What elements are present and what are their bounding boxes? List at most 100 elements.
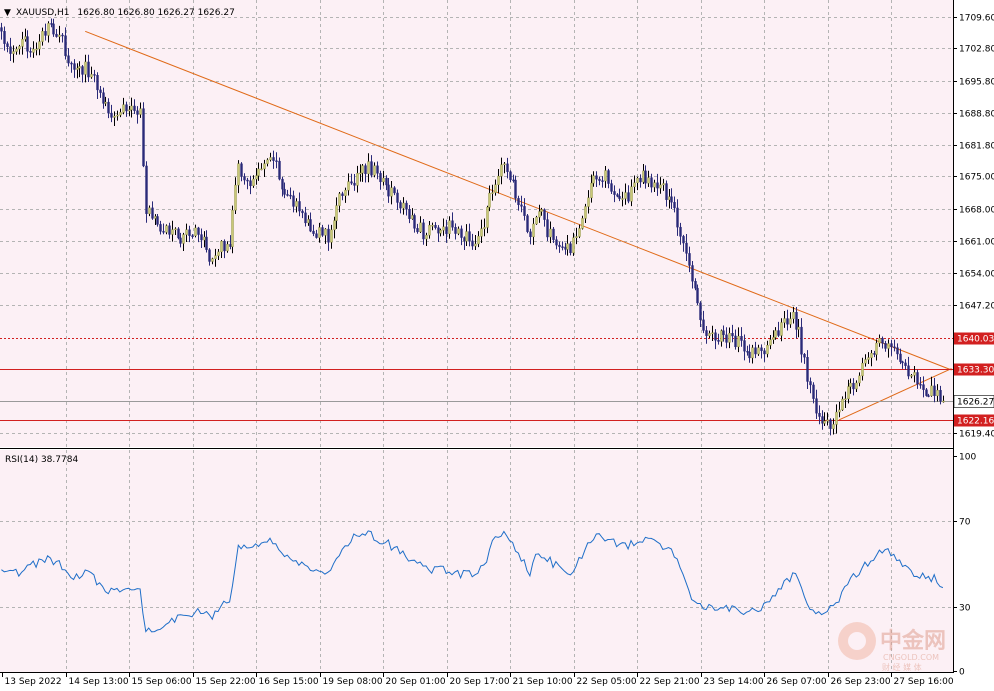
candle-body (139, 108, 142, 115)
candle-body (21, 39, 24, 47)
candle-body (113, 115, 116, 118)
price-tick-label: 1619.40 (959, 430, 994, 440)
candle-body (826, 419, 829, 422)
candle-body (119, 112, 122, 116)
candle-body (260, 168, 263, 171)
candle-body (904, 362, 907, 366)
candle-body (673, 202, 676, 209)
price-tick-label: 1661.00 (959, 238, 994, 248)
candle-body (763, 350, 766, 355)
candle-body (203, 236, 206, 241)
candle-body (327, 228, 330, 243)
time-tick-label: 22 Sep 05:00 (577, 677, 637, 687)
chart-window[interactable]: 1709.60 1702.80 1695.80 1688.80 1681.80 1675.… (0, 0, 994, 691)
chart-canvas[interactable]: 1709.60 1702.80 1695.80 1688.80 1681.80 1675.… (0, 0, 994, 691)
candle-body (662, 183, 665, 186)
candle-body (922, 384, 925, 390)
candle-body (385, 177, 388, 186)
candle-body (361, 165, 364, 174)
candle-body (555, 239, 558, 246)
candle-body (670, 196, 673, 203)
candle-body (774, 330, 777, 338)
candle-body (777, 330, 780, 336)
candle-body (145, 165, 148, 214)
candle-body (96, 75, 99, 91)
candle-body (621, 198, 624, 200)
rsi-axis: 100 70 30 0 (953, 453, 976, 678)
candle-body (881, 338, 884, 344)
candle-body (142, 108, 145, 167)
candle-body (717, 339, 720, 342)
candle-body (347, 181, 350, 191)
candle-body (211, 258, 214, 262)
candle-body (408, 209, 411, 219)
candle-body (910, 375, 913, 377)
candle-body (925, 389, 928, 396)
candle-body (356, 173, 359, 186)
time-tick-label: 14 Sep 13:00 (69, 677, 129, 687)
candle-body (205, 236, 208, 250)
candle-body (893, 346, 896, 349)
candle-body (359, 172, 362, 175)
candle-body (901, 361, 904, 364)
candle-body (110, 112, 113, 118)
candle-body (616, 194, 619, 197)
candle-body (335, 205, 338, 221)
candle-body (740, 336, 743, 341)
candle-body (234, 184, 237, 211)
candle-body (87, 61, 90, 78)
candle-body (647, 177, 650, 184)
candle-body (887, 343, 890, 349)
candle-body (133, 105, 136, 111)
candle-body (281, 178, 284, 190)
candle-body (425, 234, 428, 240)
candle-body (760, 347, 763, 351)
candle-body (595, 175, 598, 180)
candle-body (162, 231, 165, 233)
candle-body (50, 23, 53, 25)
candle-body (307, 219, 310, 224)
time-tick-label: 21 Sep 10:00 (513, 677, 573, 687)
candle-body (240, 163, 243, 177)
candle-body (867, 357, 870, 360)
candle-body (41, 31, 44, 42)
candle-body (188, 229, 191, 236)
candle-body (136, 110, 139, 115)
collapse-triangle-icon[interactable]: ▼ (4, 8, 11, 18)
candle-body (488, 192, 491, 208)
candle-body (220, 240, 223, 253)
candle-body (179, 237, 182, 244)
candle-body (341, 193, 344, 196)
candle-body (823, 420, 826, 424)
candle-body (405, 202, 408, 210)
candle-body (497, 175, 500, 185)
time-tick-label: 13 Sep 2022 (5, 677, 62, 687)
watermark-brand: 中金网 (880, 628, 946, 654)
candle-body (38, 41, 41, 50)
candle-body (535, 216, 538, 225)
candle-body (731, 333, 734, 337)
candle-body (757, 347, 760, 355)
candle-body (506, 163, 509, 172)
candle-body (229, 244, 232, 247)
candle-body (200, 234, 203, 241)
candle-body (549, 228, 552, 238)
candle-body (722, 330, 725, 336)
candle-body (243, 176, 246, 181)
candle-body (601, 180, 604, 182)
candle-body (99, 89, 102, 93)
candle-body (171, 229, 174, 235)
candle-body (292, 195, 295, 207)
candle-body (509, 171, 512, 181)
rsi-tick-label: 100 (959, 453, 976, 463)
candle-body (263, 163, 266, 170)
candle-body (659, 184, 662, 189)
candle-body (835, 411, 838, 425)
candle-body (523, 206, 526, 216)
price-tick-label: 1675.00 (959, 173, 994, 183)
time-tick-label: 26 Sep 07:00 (767, 677, 827, 687)
candle-body (821, 416, 824, 424)
candle-body (231, 209, 234, 247)
candle-body (483, 227, 486, 229)
candle-body (708, 333, 711, 336)
